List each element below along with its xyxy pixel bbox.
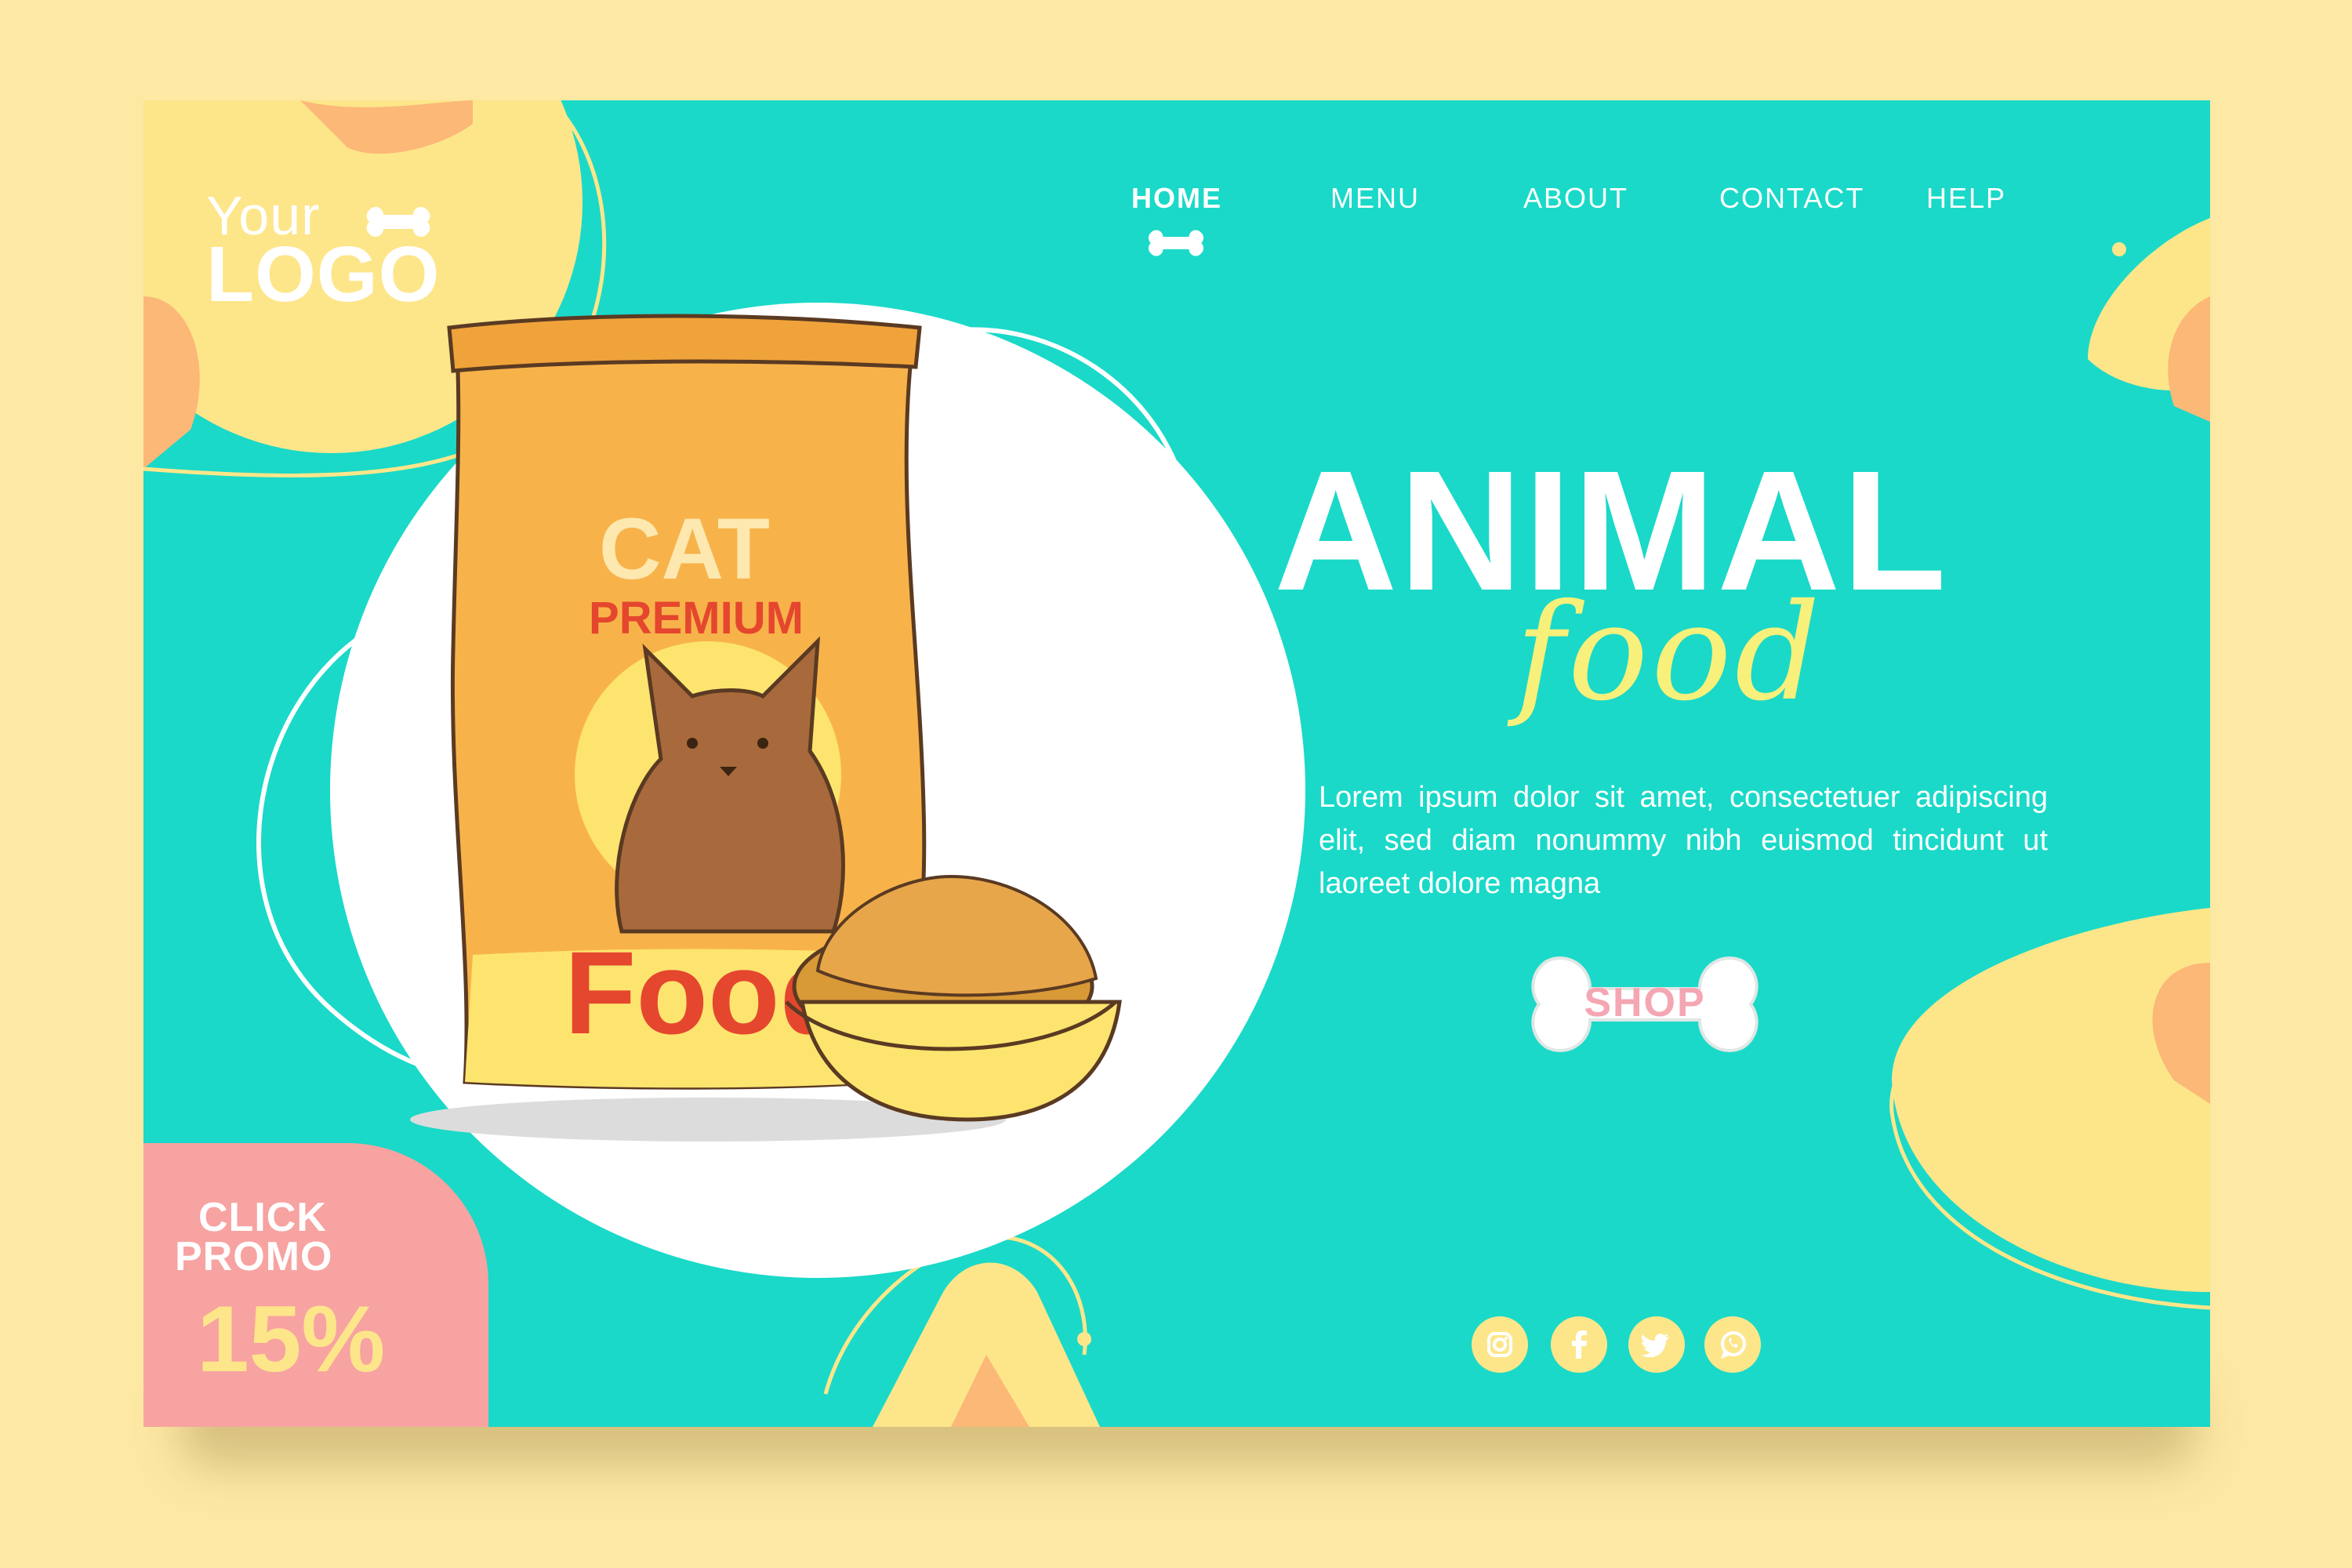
facebook-icon[interactable] [1551,1316,1607,1373]
promo-discount: 15% [197,1287,386,1392]
promo-label[interactable]: CLICK PROMO [175,1195,333,1279]
whatsapp-icon[interactable] [1704,1316,1761,1373]
promo-line-click: CLICK [198,1195,327,1240]
promo-line-promo: PROMO [175,1234,333,1279]
hero-description: Lorem ipsum dolor sit amet, consectetuer… [1319,781,2048,900]
landing-page: Your LOGO HOME MENU ABOUT CONTACT HELP C… [143,100,2210,1427]
bag-text-cat: CAT [599,501,770,597]
bag-text-premium: PREMIUM [589,593,804,644]
shop-button[interactable]: SHOP [1504,946,1786,1063]
instagram-icon[interactable] [1472,1316,1528,1373]
twitter-icon[interactable] [1628,1316,1685,1373]
shop-button-label: SHOP [1584,980,1706,1025]
hero-subtitle: food [1515,575,1824,731]
